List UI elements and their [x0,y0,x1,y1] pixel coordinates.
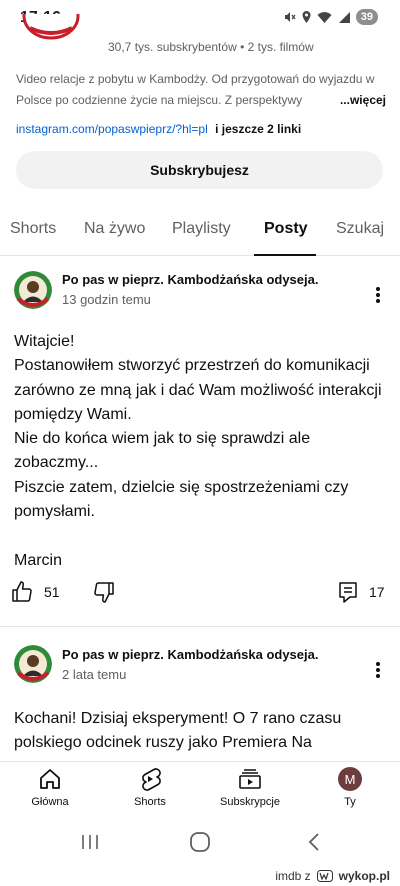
wifi-icon [317,11,332,23]
active-tab-indicator [254,254,316,256]
channel-logo [22,14,80,40]
nav-shorts-label: Shorts [134,796,166,808]
like-button[interactable]: 51 [10,580,60,604]
nav-you[interactable]: M Ty [310,766,390,808]
post-actions: 51 17 [0,580,400,608]
post-menu-icon[interactable] [370,659,386,681]
like-count: 51 [44,584,60,600]
post-divider [0,626,400,627]
post-time: 2 lata temu [62,667,127,682]
signal-icon [338,11,350,23]
dislike-button[interactable] [92,580,116,604]
post-line: Marcin [14,551,63,569]
post-time: 13 godzin temu [62,292,151,307]
battery-icon: 39 [355,9,378,25]
shorts-icon [137,766,163,792]
nav-subscriptions[interactable]: Subskrypcje [210,766,290,808]
post-line: Witajcie! [14,333,75,350]
channel-links: instagram.com/popaswpieprz/?hl=pl i jesz… [16,122,301,136]
tab-playlists[interactable]: Playlisty [172,220,231,238]
wykop-logo-icon [316,870,333,882]
post-avatar[interactable] [14,645,52,683]
nav-you-label: Ty [344,796,356,808]
thumbs-up-icon [12,581,32,602]
subscribe-button[interactable]: Subskrybujesz [16,151,383,189]
profile-avatar: M [338,767,362,791]
tab-posts[interactable]: Posty [264,220,308,238]
back-icon[interactable] [302,831,326,853]
extra-links-button[interactable]: i jeszcze 2 linki [215,122,301,136]
home-button-icon[interactable] [188,831,212,853]
post-author[interactable]: Po pas w pieprz. Kambodżańska odyseja. [62,647,318,662]
post-body: Witajcie! Postanowiłem stworzyć przestrz… [14,330,386,573]
post-line: Postanowiłem stworzyć przestrzeń do komu… [14,357,382,423]
comment-icon [339,582,357,603]
bottom-nav: Główna Shorts Subskrypcje M Ty [0,761,400,815]
instagram-link[interactable]: instagram.com/popaswpieprz/?hl=pl [16,122,208,136]
comments-button[interactable]: 17 [337,580,385,604]
post-author[interactable]: Po pas w pieprz. Kambodżańska odyseja. [62,272,318,287]
post-line: Nie do końca wiem jak to się sprawdzi al… [14,430,311,472]
more-button[interactable]: ...więcej [311,90,386,111]
post-menu-icon[interactable] [370,284,386,306]
status-icons: 39 [282,9,378,25]
channel-tabs: Shorts Na żywo Playlisty Posty Szukaj [0,206,400,256]
post-line: Piszcie zatem, dzielcie się spostrzeżeni… [14,478,349,521]
subscriptions-icon [237,766,263,792]
mute-icon [284,12,296,22]
watermark-text: imdb z wykop.pl [275,869,390,883]
thumbs-down-icon [94,582,114,603]
home-icon [37,766,63,792]
tab-live[interactable]: Na żywo [84,220,145,238]
location-icon [302,11,311,23]
watermark-logo: wykop.pl [338,869,390,883]
nav-home[interactable]: Główna [10,766,90,808]
post-body: Kochani! Dzisiaj eksperyment! O 7 rano c… [14,707,386,756]
post-line: Kochani! Dzisiaj eksperyment! O 7 rano c… [14,710,342,752]
comment-count: 17 [369,584,385,600]
channel-description[interactable]: Video relacje z pobytu w Kambodży. Od pr… [16,69,386,111]
system-nav-bar [0,815,400,869]
watermark: imdb z wykop.pl [0,869,400,886]
recent-apps-icon[interactable] [78,831,102,853]
nav-home-label: Główna [31,796,69,808]
nav-shorts[interactable]: Shorts [110,766,190,808]
post-avatar[interactable] [14,271,52,309]
tab-shorts[interactable]: Shorts [10,220,56,238]
channel-meta: 30,7 tys. subskrybentów • 2 tys. filmów [108,40,314,54]
tab-search[interactable]: Szukaj [336,220,384,238]
nav-subscriptions-label: Subskrypcje [220,796,280,808]
watermark-user: imdb z [275,869,311,883]
